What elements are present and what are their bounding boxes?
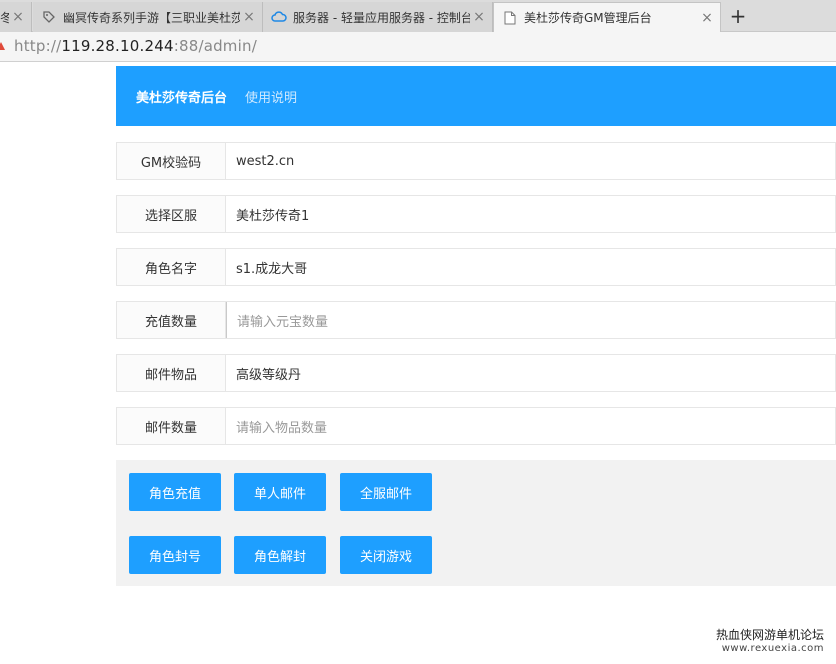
action-button-panel: 角色充值 单人邮件 全服邮件 角色封号 角色解封 关闭游戏 <box>116 460 836 586</box>
tab-title: 幽冥传奇系列手游【三职业美杜莎】 <box>63 10 240 25</box>
close-icon[interactable]: × <box>470 9 488 25</box>
tab-1[interactable]: 幽冥传奇系列手游【三职业美杜莎】 × <box>33 2 263 32</box>
url-text[interactable]: http://119.28.10.244:88/admin/ <box>14 37 257 55</box>
url-path: :88/admin/ <box>173 37 257 55</box>
ban-role-button[interactable]: 角色封号 <box>129 536 221 574</box>
tab-title: 冬 <box>0 9 9 26</box>
close-game-button[interactable]: 关闭游戏 <box>340 536 432 574</box>
admin-header: 美杜莎传奇后台 使用说明 <box>116 66 836 126</box>
url-scheme: http:// <box>14 37 62 55</box>
recharge-button[interactable]: 角色充值 <box>129 473 221 511</box>
field-label: 邮件数量 <box>117 408 226 444</box>
tab-2[interactable]: 服务器 - 轻量应用服务器 - 控制台 × <box>263 2 493 32</box>
url-host: 119.28.10.244 <box>61 37 174 55</box>
recharge-amount-input[interactable]: 请输入元宝数量 <box>226 302 835 338</box>
unban-role-button[interactable]: 角色解封 <box>234 536 326 574</box>
watermark: 热血侠网游单机论坛 www.rexuexia.com <box>716 629 824 655</box>
role-name-input[interactable]: s1.成龙大哥 <box>226 249 835 285</box>
form-row-role-name: 角色名字 s1.成龙大哥 <box>116 248 836 286</box>
watermark-line2: www.rexuexia.com <box>721 643 825 654</box>
address-bar[interactable]: http://119.28.10.244:88/admin/ <box>0 32 836 62</box>
mail-quantity-input[interactable]: 请输入物品数量 <box>226 408 835 444</box>
field-label: 邮件物品 <box>117 355 226 391</box>
field-label: GM校验码 <box>117 143 226 179</box>
nav-link-help[interactable]: 使用说明 <box>245 87 297 106</box>
brand-title[interactable]: 美杜莎传奇后台 <box>136 87 227 106</box>
form-row-server: 选择区服 美杜莎传奇1 <box>116 195 836 233</box>
form-row-mail-quantity: 邮件数量 请输入物品数量 <box>116 407 836 445</box>
field-label: 充值数量 <box>117 302 226 338</box>
browser-tab-bar: 冬 × 幽冥传奇系列手游【三职业美杜莎】 × 服务器 - 轻量应用服务器 - 控… <box>0 0 836 32</box>
page-content: 美杜莎传奇后台 使用说明 GM校验码 west2.cn 选择区服 美杜莎传奇1 … <box>0 62 836 664</box>
new-tab-button[interactable]: + <box>724 3 752 29</box>
tab-0[interactable]: 冬 × <box>0 2 32 32</box>
single-mail-button[interactable]: 单人邮件 <box>234 473 326 511</box>
form-row-recharge-amount: 充值数量 请输入元宝数量 <box>116 301 836 339</box>
server-select[interactable]: 美杜莎传奇1 <box>226 196 835 232</box>
field-label: 选择区服 <box>117 196 226 232</box>
close-icon[interactable]: × <box>698 10 716 26</box>
tag-icon <box>41 9 57 25</box>
tab-3-active[interactable]: 美杜莎传奇GM管理后台 × <box>493 2 721 32</box>
gm-code-input[interactable]: west2.cn <box>226 143 835 179</box>
tab-title: 美杜莎传奇GM管理后台 <box>524 11 652 25</box>
form-row-mail-item: 邮件物品 高级等级丹 <box>116 354 836 392</box>
close-icon[interactable]: × <box>9 9 27 25</box>
watermark-line1: 热血侠网游单机论坛 <box>716 628 825 642</box>
security-icon <box>0 41 8 53</box>
all-server-mail-button[interactable]: 全服邮件 <box>340 473 432 511</box>
cloud-icon <box>271 9 287 25</box>
mail-item-select[interactable]: 高级等级丹 <box>226 355 835 391</box>
tab-title: 服务器 - 轻量应用服务器 - 控制台 <box>293 10 470 25</box>
form-row-gm-code: GM校验码 west2.cn <box>116 142 836 180</box>
page-icon <box>502 10 518 26</box>
field-label: 角色名字 <box>117 249 226 285</box>
close-icon[interactable]: × <box>240 9 258 25</box>
